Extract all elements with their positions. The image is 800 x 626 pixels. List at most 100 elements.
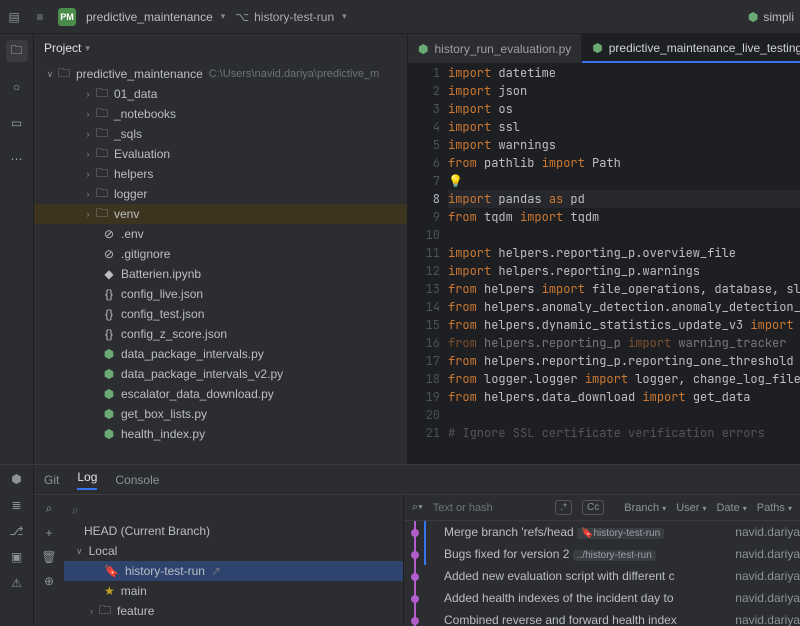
commit-graph — [408, 587, 438, 609]
hamburger-icon[interactable]: ≡ — [32, 9, 48, 25]
problems-icon[interactable]: ⚠ — [9, 575, 25, 591]
expand-icon[interactable]: ∨ — [44, 69, 56, 80]
line-number: 17 — [408, 352, 440, 370]
commit-tool-icon[interactable]: ○ — [6, 76, 28, 98]
code-line[interactable]: from pathlib import Path — [448, 154, 800, 172]
code-line[interactable]: from logger.logger import logger, change… — [448, 370, 800, 388]
commit-row[interactable]: Combined reverse and forward health inde… — [404, 609, 800, 626]
tree-folder[interactable]: ›🗀Evaluation — [34, 144, 407, 164]
tree-file[interactable]: {}config_live.json — [34, 284, 407, 304]
code-line[interactable]: # Ignore SSL certificate verification er… — [448, 424, 800, 442]
code-line[interactable]: from helpers.anomaly_detection.anomaly_d… — [448, 298, 800, 316]
code-line[interactable]: import warnings — [448, 136, 800, 154]
commit-search-input[interactable]: Text or hash — [433, 502, 546, 514]
right-file[interactable]: ⬢ simpli — [748, 10, 794, 24]
code-line[interactable]: from helpers import file_operations, dat… — [448, 280, 800, 298]
git-tab-console[interactable]: Console — [115, 473, 159, 487]
code-line[interactable]: from helpers.dynamic_statistics_update_v… — [448, 316, 800, 334]
filter-branch[interactable]: Branch ▾ — [624, 502, 666, 514]
tree-file[interactable]: {}config_z_score.json — [34, 324, 407, 344]
code-line[interactable]: import os — [448, 100, 800, 118]
expand-icon[interactable]: › — [82, 89, 94, 99]
app-menu-icon[interactable]: ▤ — [6, 9, 22, 25]
expand-icon[interactable]: › — [82, 149, 94, 159]
tree-file[interactable]: ⬢data_package_intervals_v2.py — [34, 364, 407, 384]
tree-folder[interactable]: ›🗀logger — [34, 184, 407, 204]
branch-search-icon[interactable]: ⌕ — [72, 503, 79, 518]
branch-dropdown[interactable]: ⌥ history-test-run — [235, 10, 346, 24]
tree-folder[interactable]: ›🗀_sqls — [34, 124, 407, 144]
tree-file[interactable]: ◆Batterien.ipynb — [34, 264, 407, 284]
expand-icon[interactable]: ∨ — [76, 546, 83, 557]
commit-row[interactable]: Added new evaluation script with differe… — [404, 565, 800, 587]
expand-icon[interactable]: › — [82, 169, 94, 179]
code-body[interactable]: import datetimeimport jsonimport osimpor… — [448, 64, 800, 464]
expand-icon[interactable]: › — [82, 209, 94, 219]
commit-list[interactable]: Merge branch 'refs/head 🔖history-test-ru… — [404, 521, 800, 626]
commit-row[interactable]: Added health indexes of the incident day… — [404, 587, 800, 609]
layers-icon[interactable]: ≣ — [9, 497, 25, 513]
project-tree[interactable]: ∨ 🗀 predictive_maintenance C:\Users\navi… — [34, 62, 407, 464]
search-icon[interactable]: ⌕ — [46, 501, 53, 516]
case-toggle[interactable]: Cc — [582, 500, 604, 515]
filter-date[interactable]: Date ▾ — [716, 502, 746, 514]
terminal-icon[interactable]: ▣ — [9, 549, 25, 565]
tree-file[interactable]: ⊘.env — [34, 224, 407, 244]
editor-tab[interactable]: ⬢predictive_maintenance_live_testing.p — [582, 34, 800, 63]
code-editor[interactable]: 123456789101112131415161718192021 import… — [408, 64, 800, 464]
tree-root[interactable]: ∨ 🗀 predictive_maintenance C:\Users\navi… — [34, 64, 407, 84]
filter-user[interactable]: User ▾ — [676, 502, 706, 514]
code-line[interactable]: import ssl — [448, 118, 800, 136]
code-line[interactable]: from helpers.reporting_p.reporting_one_t… — [448, 352, 800, 370]
tree-file[interactable]: ⬢get_box_lists.py — [34, 404, 407, 424]
structure-tool-icon[interactable]: ▭ — [6, 112, 28, 134]
tree-file[interactable]: ⊘.gitignore — [34, 244, 407, 264]
code-line[interactable]: from tqdm import tqdm — [448, 208, 800, 226]
tree-folder[interactable]: ›🗀01_data — [34, 84, 407, 104]
expand-icon[interactable]: › — [82, 129, 94, 139]
tree-folder[interactable]: ›🗀_notebooks — [34, 104, 407, 124]
project-name-dropdown[interactable]: predictive_maintenance — [86, 10, 225, 24]
expand-icon[interactable]: › — [82, 109, 94, 119]
expand-icon[interactable]: › — [82, 189, 94, 199]
tree-folder[interactable]: ›🗀venv — [34, 204, 407, 224]
python-console-icon[interactable]: ⬢ — [9, 471, 25, 487]
code-line[interactable] — [448, 406, 800, 424]
branch-row[interactable]: 🔖history-test-run ↗ — [64, 561, 403, 581]
search-icon[interactable]: ⌕▾ — [412, 501, 423, 514]
local-group[interactable]: ∨ Local — [64, 541, 403, 561]
expand-icon[interactable]: › — [90, 606, 93, 616]
git-tab-git[interactable]: Git — [44, 473, 59, 487]
project-header[interactable]: Project ▾ — [34, 34, 407, 62]
code-line[interactable]: from helpers.data_download import get_da… — [448, 388, 800, 406]
code-line[interactable]: import datetime — [448, 64, 800, 82]
tree-file[interactable]: {}config_test.json — [34, 304, 407, 324]
tree-folder[interactable]: ›🗀helpers — [34, 164, 407, 184]
code-line[interactable]: import json — [448, 82, 800, 100]
code-line[interactable]: import pandas as pd — [448, 190, 800, 208]
delete-icon[interactable]: 🗑 — [41, 550, 56, 564]
regex-toggle[interactable]: .* — [555, 500, 572, 515]
add-icon[interactable]: + — [45, 526, 52, 540]
tree-file[interactable]: ⬢escalator_data_download.py — [34, 384, 407, 404]
code-line[interactable]: import helpers.reporting_p.overview_file — [448, 244, 800, 262]
filter-paths[interactable]: Paths ▾ — [757, 502, 792, 514]
code-line[interactable]: import helpers.reporting_p.warnings — [448, 262, 800, 280]
feature-group[interactable]: › 🗀 feature — [64, 601, 403, 621]
head-branch-row[interactable]: HEAD (Current Branch) — [64, 521, 403, 541]
cherry-pick-icon[interactable]: ⊕ — [44, 574, 54, 588]
git-branches[interactable]: ⌕ HEAD (Current Branch) ∨ Local 🔖history… — [64, 495, 404, 626]
more-tool-icon[interactable]: ⋯ — [6, 148, 28, 170]
editor-tab[interactable]: ⬢history_run_evaluation.py — [408, 34, 582, 63]
project-tool-icon[interactable]: 🗀 — [6, 40, 28, 62]
tree-file[interactable]: ⬢data_package_intervals.py — [34, 344, 407, 364]
git-tab-log[interactable]: Log — [77, 470, 97, 490]
commit-row[interactable]: Bugs fixed for version 2 ../history-test… — [404, 543, 800, 565]
code-line[interactable] — [448, 226, 800, 244]
code-line[interactable]: 💡 — [448, 172, 800, 190]
branch-row[interactable]: ★main — [64, 581, 403, 601]
tree-file[interactable]: ⬢health_index.py — [34, 424, 407, 444]
git-icon[interactable]: ⎇ — [9, 523, 25, 539]
code-line[interactable]: from helpers.reporting_p import warning_… — [448, 334, 800, 352]
commit-row[interactable]: Merge branch 'refs/head 🔖history-test-ru… — [404, 521, 800, 543]
